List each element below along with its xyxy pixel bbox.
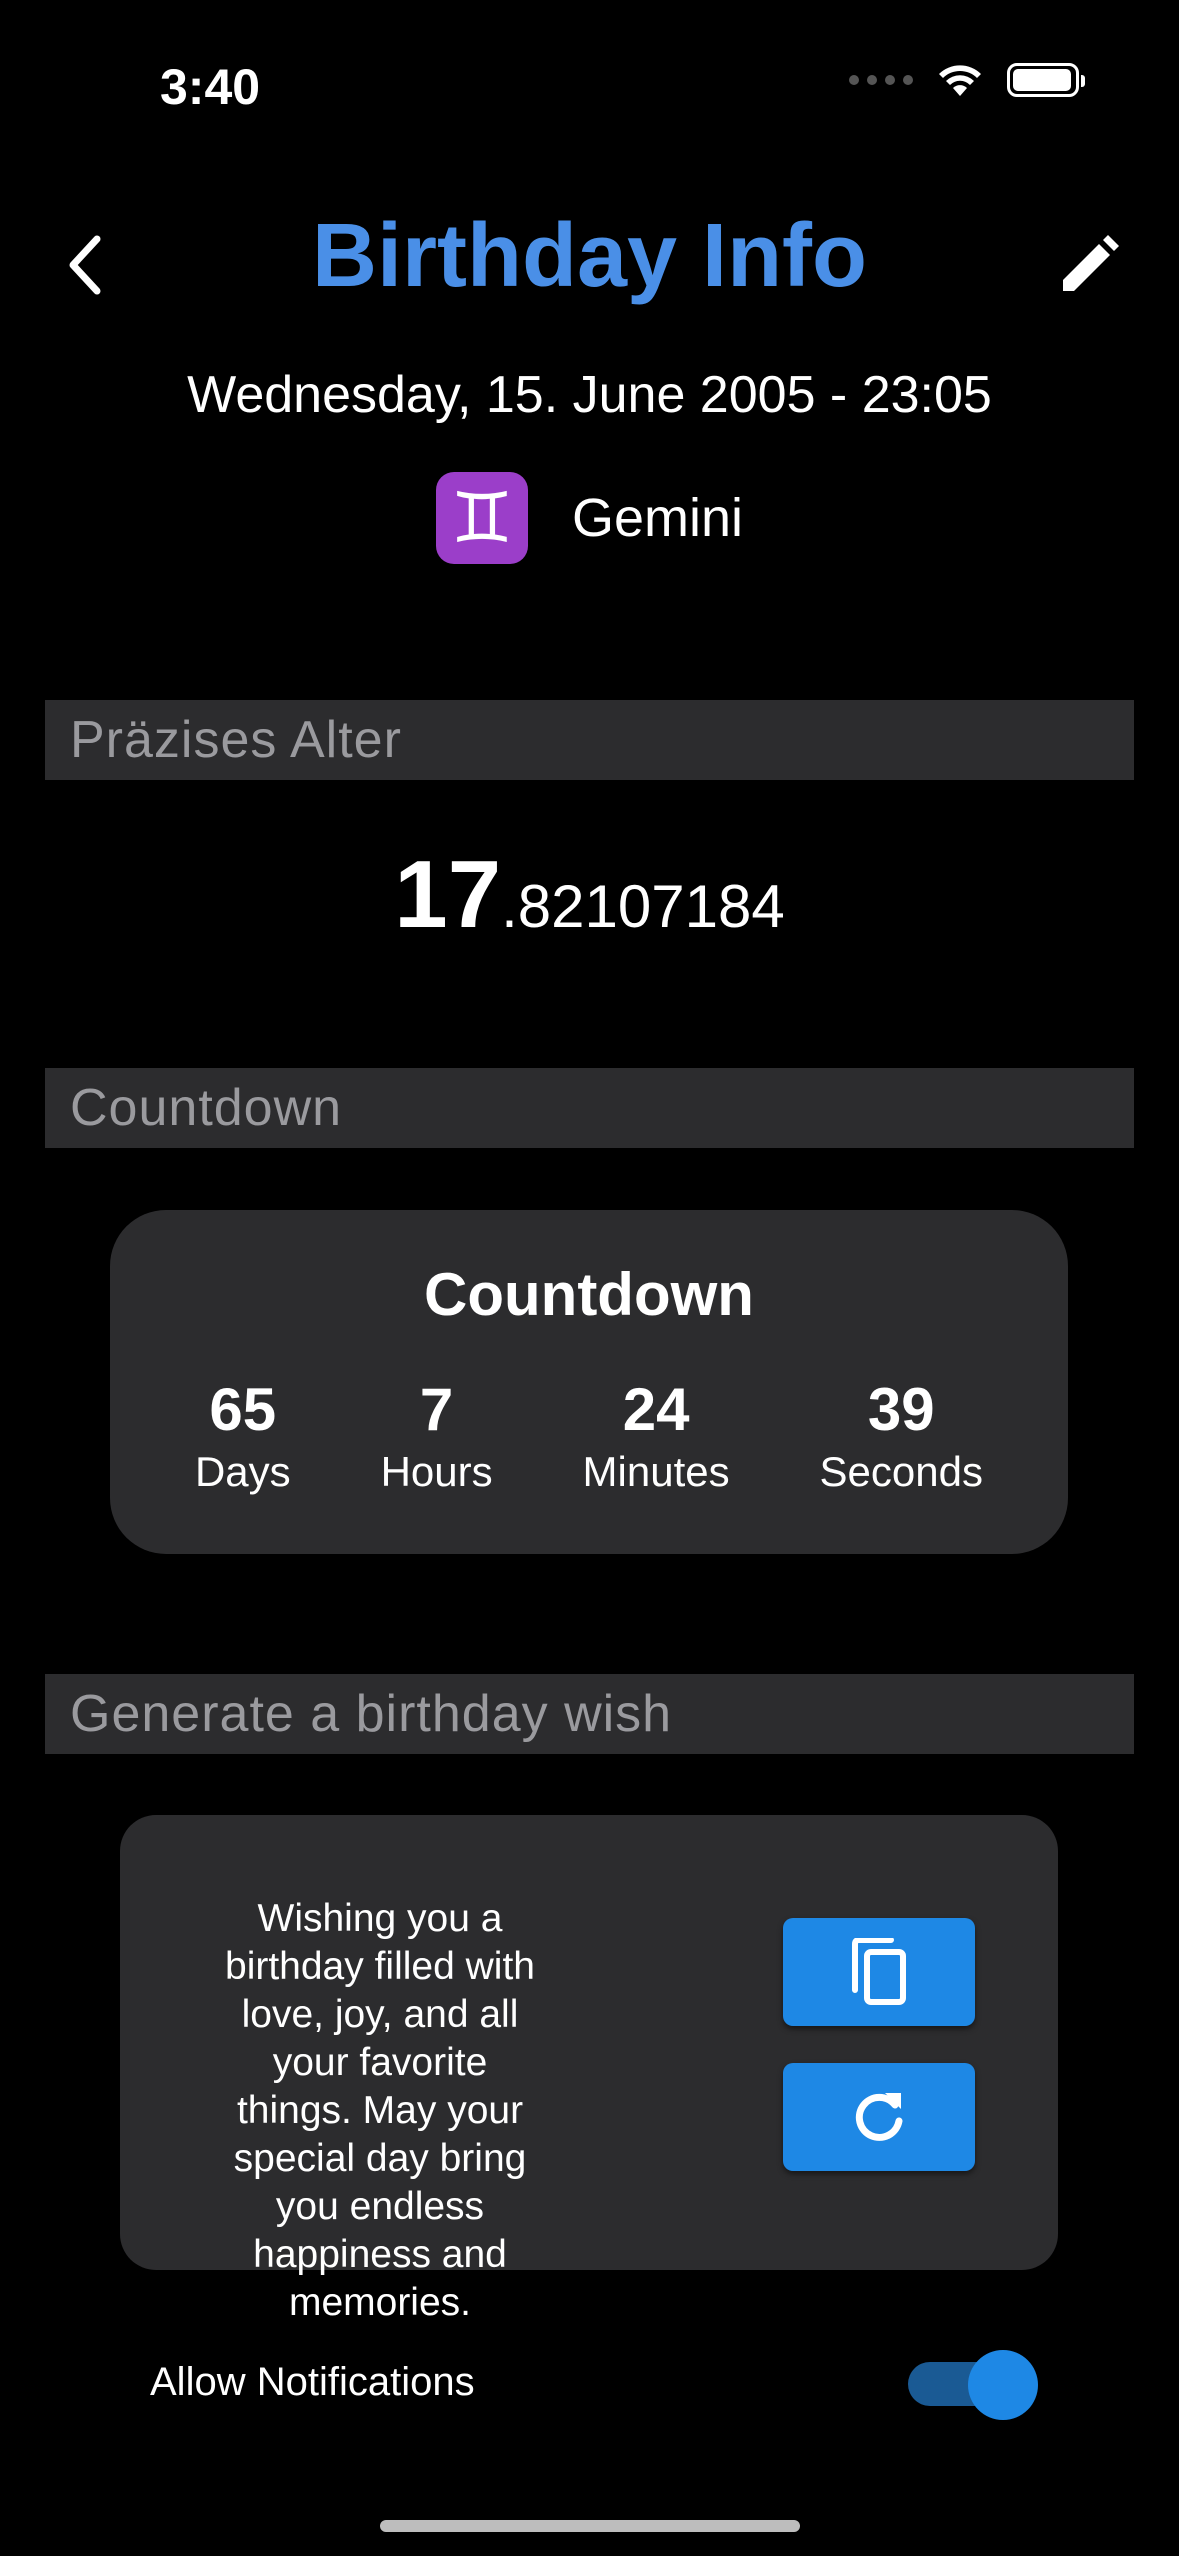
home-indicator (380, 2520, 800, 2532)
edit-button[interactable] (1039, 220, 1139, 310)
toggle-knob (968, 2350, 1038, 2420)
wifi-icon (939, 65, 981, 96)
countdown-label: Seconds (819, 1448, 983, 1495)
countdown-value: 24 (622, 1376, 690, 1443)
copy-wish-button[interactable] (783, 1918, 975, 2026)
gemini-icon: ♊ (435, 472, 528, 564)
notifications-toggle[interactable] (908, 2350, 1038, 2420)
precise-age: 17.82107184 (0, 840, 1179, 950)
countdown-value: 65 (209, 1376, 277, 1443)
countdown-card: Countdown 65 Days 7 Hours 24 Minutes 39 … (110, 1210, 1068, 1554)
countdown-value: 39 (867, 1376, 935, 1443)
countdown-seconds: 39 Seconds (820, 1375, 983, 1496)
age-fraction: .82107184 (501, 873, 785, 940)
countdown-units: 65 Days 7 Hours 24 Minutes 39 Seconds (110, 1375, 1068, 1496)
status-icons (849, 62, 1085, 98)
zodiac-row: ♊ Gemini (0, 472, 1179, 564)
birth-date-time: Wednesday, 15. June 2005 - 23:05 (187, 366, 992, 424)
status-time: 3:40 (160, 59, 261, 115)
section-header-wish: Generate a birthday wish (45, 1674, 1134, 1754)
countdown-title: Countdown (424, 1261, 754, 1328)
pencil-icon (1063, 235, 1119, 291)
countdown-label: Minutes (582, 1448, 730, 1495)
countdown-days: 65 Days (195, 1375, 291, 1496)
notifications-label: Allow Notifications (150, 2360, 475, 2404)
page-title: Birthday Info (312, 206, 867, 306)
copy-icon (852, 1938, 906, 2005)
age-integer: 17 (394, 841, 502, 948)
battery-icon (1007, 63, 1085, 97)
cellular-signal-icon (849, 75, 913, 85)
zodiac-name: Gemini (571, 488, 744, 548)
countdown-label: Hours (380, 1448, 493, 1495)
countdown-label: Days (194, 1448, 291, 1495)
section-header-countdown: Countdown (45, 1068, 1134, 1148)
regenerate-wish-button[interactable] (783, 2063, 975, 2171)
birthday-wish-text: Wishing you a birthday filled with love,… (225, 1897, 535, 2324)
countdown-hours: 7 Hours (381, 1375, 493, 1496)
countdown-minutes: 24 Minutes (583, 1375, 730, 1496)
section-header-age: Präzises Alter (45, 700, 1134, 780)
countdown-value: 7 (419, 1376, 454, 1443)
refresh-icon (855, 2093, 903, 2141)
wish-card: Wishing you a birthday filled with love,… (120, 1815, 1058, 2324)
